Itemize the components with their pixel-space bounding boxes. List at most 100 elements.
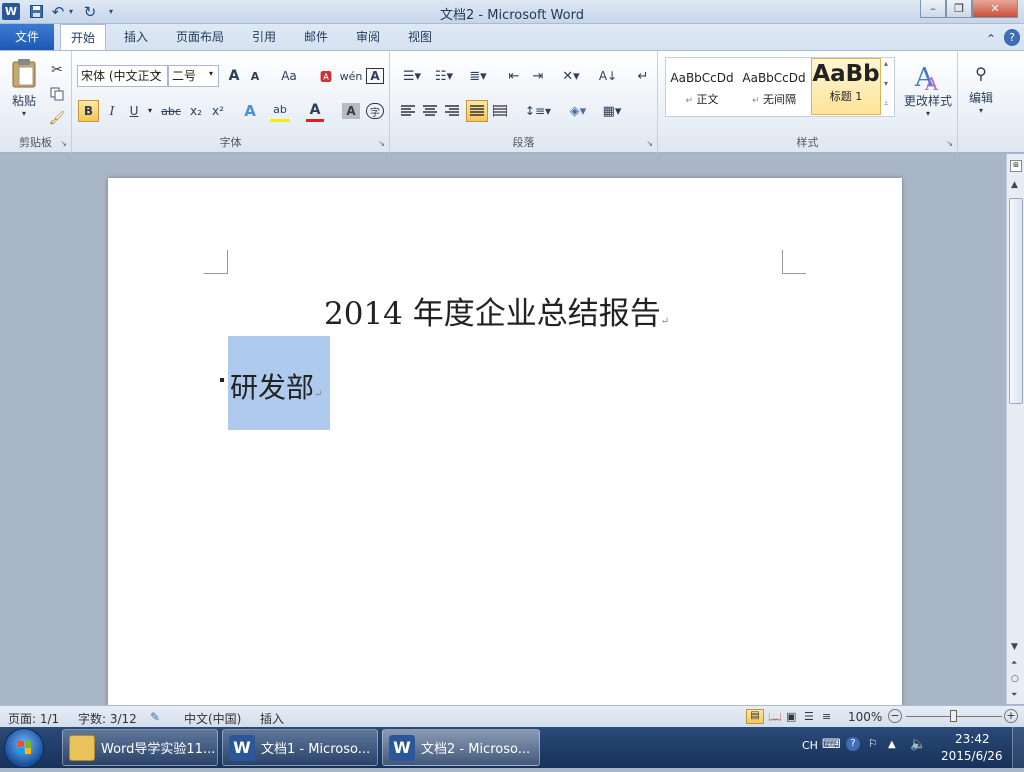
document-title[interactable]: 2014 年度企业总结报告↵ bbox=[324, 288, 669, 333]
superscript-button[interactable]: x² bbox=[208, 100, 228, 122]
help-tray-icon[interactable]: ? bbox=[846, 737, 860, 751]
chinese-layout-icon[interactable]: ✕▾ bbox=[558, 65, 584, 87]
shrink-font-button[interactable]: A bbox=[246, 65, 264, 87]
clipboard-launcher-icon[interactable]: ↘ bbox=[60, 139, 67, 148]
numbering-icon[interactable]: ☷▾ bbox=[430, 65, 458, 87]
style-no-spacing[interactable]: AaBbCcDd ↵ 无间隔 bbox=[740, 59, 808, 115]
justify-icon[interactable] bbox=[466, 100, 488, 122]
tray-extra-icon[interactable]: ⚐ bbox=[868, 737, 878, 750]
underline-dropdown-icon[interactable]: ▾ bbox=[148, 106, 152, 115]
editing-button[interactable]: ⚲ 编辑 ▾ bbox=[962, 57, 1000, 121]
change-case-button[interactable]: Aa bbox=[276, 65, 302, 87]
view-print-layout-icon[interactable]: ▤ bbox=[746, 709, 764, 724]
status-language[interactable]: 中文(中国) bbox=[184, 710, 241, 727]
font-size-dropdown-icon[interactable]: ▾ bbox=[209, 69, 213, 78]
decrease-indent-icon[interactable]: ⇤ bbox=[504, 65, 524, 87]
cut-icon[interactable]: ✂ bbox=[48, 59, 66, 81]
volume-icon[interactable]: 🔈 bbox=[910, 737, 926, 752]
paste-button[interactable]: 粘贴 ▾ bbox=[4, 55, 44, 121]
status-words[interactable]: 字数: 3/12 bbox=[78, 710, 137, 727]
tab-file[interactable]: 文件 bbox=[0, 24, 54, 50]
change-styles-button[interactable]: AA 更改样式 ▾ bbox=[900, 57, 956, 123]
clock-time[interactable]: 23:42 bbox=[955, 732, 990, 746]
highlight-icon[interactable]: ab bbox=[270, 100, 290, 122]
maximize-button[interactable]: ❐ bbox=[946, 0, 972, 18]
next-page-icon[interactable]: ⏷ bbox=[1011, 690, 1017, 700]
tab-review[interactable]: 审阅 bbox=[346, 24, 390, 50]
tab-insert[interactable]: 插入 bbox=[114, 24, 158, 50]
ruler-toggle-icon[interactable]: ⊞ bbox=[1010, 160, 1022, 172]
start-button[interactable] bbox=[4, 728, 44, 768]
strikethrough-button[interactable]: abc bbox=[158, 100, 184, 122]
align-left-icon[interactable] bbox=[398, 100, 418, 122]
view-full-screen-icon[interactable]: 📖 bbox=[768, 710, 782, 723]
zoom-out-icon[interactable]: − bbox=[888, 709, 902, 723]
help-icon[interactable]: ? bbox=[1004, 29, 1020, 46]
tab-view[interactable]: 视图 bbox=[398, 24, 442, 50]
zoom-slider-thumb[interactable] bbox=[950, 710, 957, 722]
sort-icon[interactable]: A↓ bbox=[598, 65, 618, 87]
document-page[interactable]: 2014 年度企业总结报告↵ 研发部↵ bbox=[108, 178, 902, 718]
font-name-dropdown-icon[interactable]: ▾ bbox=[156, 69, 160, 78]
enclose-characters-icon[interactable]: 字 bbox=[366, 103, 384, 119]
heading-text[interactable]: 研发部↵ bbox=[230, 366, 322, 406]
phonetic-guide-icon[interactable]: wén bbox=[340, 65, 363, 87]
taskbar-item-doc1[interactable]: W 文档1 - Microso... bbox=[222, 729, 378, 766]
bullets-icon[interactable]: ☰▾ bbox=[398, 65, 426, 87]
scroll-thumb[interactable] bbox=[1009, 198, 1023, 404]
shading-icon[interactable]: ◈▾ bbox=[564, 100, 592, 122]
scroll-up-icon[interactable]: ▲ bbox=[1011, 180, 1018, 190]
align-right-icon[interactable] bbox=[442, 100, 462, 122]
taskbar-item-explorer[interactable]: Word导学实验11... bbox=[62, 729, 218, 766]
clock-date[interactable]: 2015/6/26 bbox=[941, 749, 1003, 763]
line-spacing-icon[interactable]: ↕≡▾ bbox=[524, 100, 552, 122]
text-effects-icon[interactable]: A bbox=[240, 100, 260, 122]
proofing-icon[interactable]: ✎ bbox=[150, 710, 160, 724]
keyboard-icon[interactable]: ⌨ bbox=[822, 737, 841, 752]
taskbar-item-doc2[interactable]: W 文档2 - Microso... bbox=[382, 729, 540, 766]
scroll-down-icon[interactable]: ▼ bbox=[1011, 642, 1018, 652]
style-gallery-down-icon[interactable]: ▾ bbox=[884, 79, 894, 88]
input-language-indicator[interactable]: CH bbox=[802, 739, 818, 752]
zoom-in-icon[interactable]: + bbox=[1004, 709, 1018, 723]
distributed-icon[interactable] bbox=[490, 100, 510, 122]
status-page[interactable]: 页面: 1/1 bbox=[8, 710, 59, 727]
view-outline-icon[interactable]: ☰ bbox=[804, 710, 814, 723]
subscript-button[interactable]: x₂ bbox=[186, 100, 206, 122]
view-web-layout-icon[interactable]: ▣ bbox=[786, 710, 796, 723]
character-border-icon[interactable]: A bbox=[366, 68, 384, 84]
close-button[interactable]: ✕ bbox=[972, 0, 1018, 18]
vertical-scrollbar[interactable]: ⊞ ▲ ▼ ⏶ ○ ⏷ bbox=[1006, 154, 1024, 704]
previous-page-icon[interactable]: ⏶ bbox=[1011, 658, 1017, 668]
font-color-icon[interactable]: A bbox=[306, 100, 324, 122]
style-gallery-more-icon[interactable]: ⩡ bbox=[884, 99, 894, 109]
tab-home[interactable]: 开始 bbox=[60, 24, 107, 51]
browse-object-icon[interactable]: ○ bbox=[1011, 674, 1019, 684]
multilevel-list-icon[interactable]: ≣▾ bbox=[464, 65, 492, 87]
borders-icon[interactable]: ▦▾ bbox=[598, 100, 626, 122]
font-launcher-icon[interactable]: ↘ bbox=[378, 139, 385, 148]
font-name-combo[interactable]: 宋体 (中文正文 bbox=[77, 65, 168, 87]
copy-icon[interactable] bbox=[48, 83, 66, 105]
zoom-level[interactable]: 100% bbox=[848, 710, 882, 724]
clear-formatting-icon[interactable]: 🅰 bbox=[316, 65, 336, 87]
show-hidden-icons[interactable]: ▲ bbox=[888, 739, 896, 750]
styles-launcher-icon[interactable]: ↘ bbox=[946, 139, 953, 148]
tab-references[interactable]: 引用 bbox=[242, 24, 286, 50]
style-normal[interactable]: AaBbCcDd ↵ 正文 bbox=[668, 59, 736, 115]
show-desktop-button[interactable] bbox=[1012, 727, 1024, 768]
view-draft-icon[interactable]: ≡ bbox=[822, 710, 831, 723]
style-heading-1[interactable]: AaBb 标题 1 bbox=[811, 58, 881, 115]
italic-button[interactable]: I bbox=[103, 100, 121, 122]
bold-button[interactable]: B bbox=[78, 100, 99, 122]
style-gallery-up-icon[interactable]: ▴ bbox=[884, 59, 894, 68]
tab-mailings[interactable]: 邮件 bbox=[294, 24, 338, 50]
status-mode[interactable]: 插入 bbox=[260, 710, 284, 727]
align-center-icon[interactable] bbox=[420, 100, 440, 122]
format-painter-icon[interactable]: 🖌 bbox=[48, 107, 66, 129]
character-shading-icon[interactable]: A bbox=[342, 103, 360, 119]
paragraph-launcher-icon[interactable]: ↘ bbox=[646, 139, 653, 148]
minimize-button[interactable]: – bbox=[920, 0, 946, 18]
tab-page-layout[interactable]: 页面布局 bbox=[166, 24, 234, 50]
grow-font-button[interactable]: A bbox=[224, 65, 244, 87]
